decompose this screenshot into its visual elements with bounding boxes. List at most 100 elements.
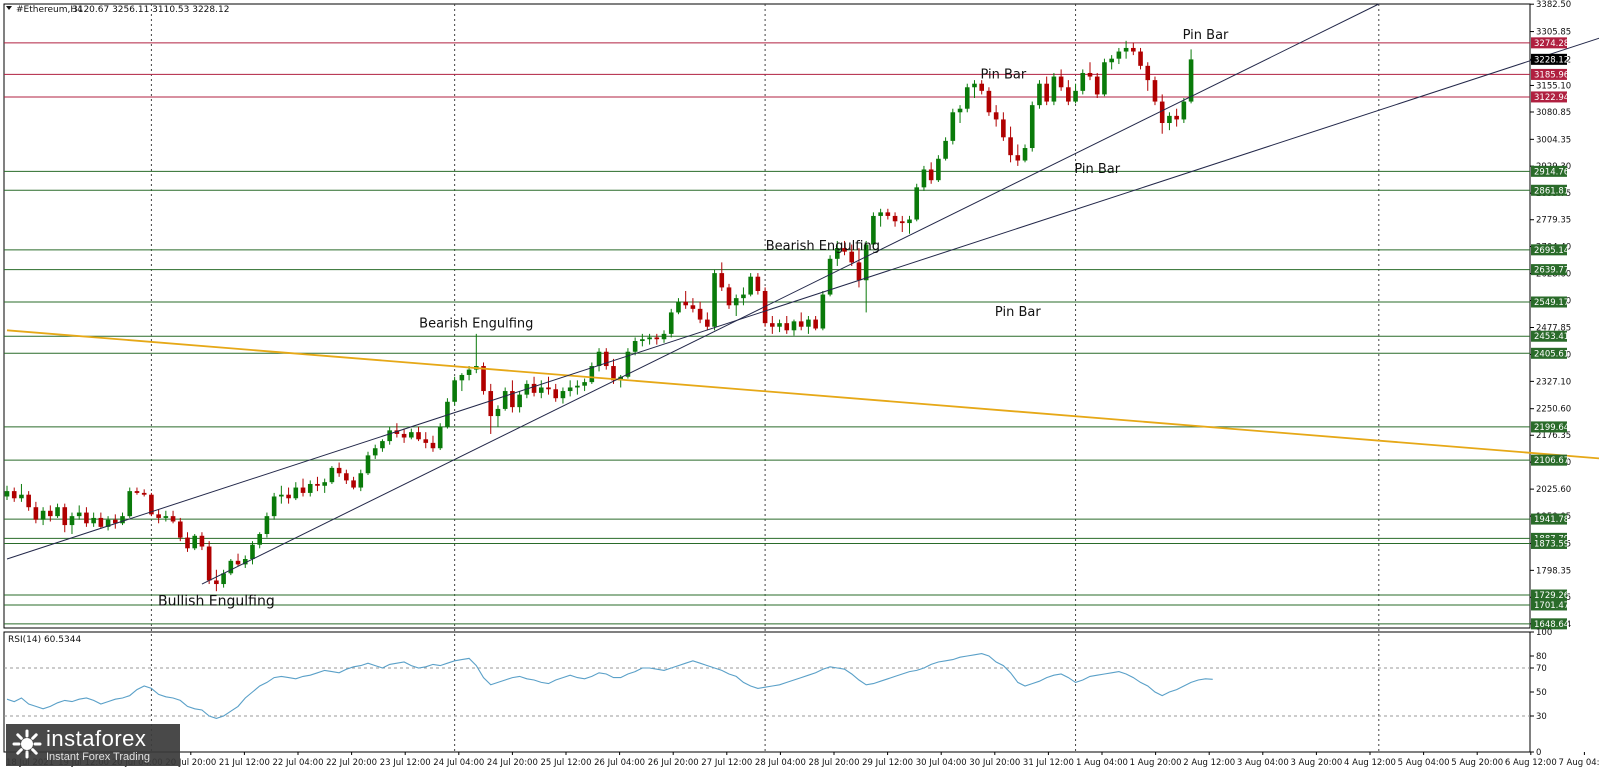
bearish-candle [928, 169, 934, 181]
bullish-candle [372, 448, 378, 456]
bearish-candle [705, 319, 710, 327]
time-axis-label: 5 Aug 04:00 [1398, 758, 1450, 768]
time-axis-label: 31 Jul 12:00 [1023, 758, 1074, 768]
bullish-candle [777, 323, 782, 327]
time-axis-label: 22 Jul 04:00 [273, 758, 324, 768]
bearish-candle [300, 487, 306, 493]
bullish-candle [647, 337, 652, 340]
bearish-candle [1087, 72, 1093, 77]
bullish-candle [964, 87, 970, 109]
time-axis-label: 28 Jul 04:00 [755, 758, 806, 768]
bearish-candle [185, 537, 190, 549]
price-tick-label: 3155.10 [1536, 81, 1571, 91]
bearish-candle [206, 546, 212, 581]
support-level-label: 2405.61 [1534, 349, 1569, 359]
bearish-candle [336, 467, 342, 474]
bullish-candle [322, 482, 327, 486]
bearish-candle [1094, 76, 1100, 95]
bullish-candle [495, 408, 501, 417]
bullish-candle [228, 560, 234, 574]
bearish-candle [1058, 76, 1064, 88]
bullish-candle [4, 491, 10, 497]
bullish-candle [221, 573, 226, 585]
bearish-candle [654, 337, 660, 340]
bullish-candle [459, 374, 465, 381]
support-level-label: 2639.77 [1534, 266, 1569, 276]
time-axis-label: 21 Jul 12:00 [219, 758, 270, 768]
bearish-candle [986, 90, 992, 113]
bearish-candle [770, 323, 775, 327]
bearish-candle [546, 387, 551, 390]
bullish-candle [1029, 105, 1035, 149]
bearish-candle [1145, 65, 1151, 81]
bearish-candle [993, 112, 999, 120]
resistance-level-label: 3274.28 [1534, 39, 1569, 49]
bearish-candle [423, 439, 429, 443]
rsi-tick-label: 50 [1536, 688, 1547, 698]
bullish-candle [791, 321, 797, 331]
time-axis-label: 24 Jul 04:00 [433, 758, 484, 768]
bearish-candle [84, 512, 89, 524]
bearish-candle [531, 383, 537, 393]
bearish-candle [481, 366, 486, 392]
bullish-candle [69, 516, 75, 526]
bearish-candle [885, 212, 891, 216]
bullish-candle [329, 467, 335, 483]
brand-name: instaforex [46, 726, 147, 751]
bearish-candle [430, 442, 436, 449]
instaforex-logo: instaforex Instant Forex Trading [6, 724, 180, 766]
time-axis-label: 27 Jul 12:00 [701, 758, 752, 768]
pattern-annotation: Pin Bar [980, 67, 1026, 82]
bullish-candle [712, 273, 717, 327]
bearish-candle [1001, 119, 1006, 138]
bullish-candle [943, 140, 948, 159]
pattern-annotation: Bearish Engulfing [419, 316, 533, 331]
support-level-label: 2695.14 [1534, 246, 1569, 256]
bearish-candle [134, 491, 140, 493]
time-axis-label: 25 Jul 12:00 [541, 758, 592, 768]
bullish-candle [1109, 58, 1114, 63]
bearish-candle [979, 83, 984, 91]
bullish-candle [921, 169, 927, 188]
bearish-candle [726, 287, 732, 306]
time-axis-label: 24 Jul 20:00 [487, 758, 538, 768]
bullish-candle [1123, 47, 1129, 52]
bullish-candle [596, 351, 602, 367]
bullish-candle [950, 112, 956, 141]
bearish-candle [784, 323, 790, 331]
price-chart[interactable]: Bullish Engulfing Bearish Engulfing Bearis… [0, 0, 1599, 770]
bearish-candle [214, 580, 219, 585]
rsi-tick-label: 30 [1536, 712, 1547, 722]
bearish-candle [170, 516, 176, 522]
support-level-label: 2549.17 [1534, 298, 1569, 308]
price-tick-label: 3382.50 [1536, 0, 1571, 10]
pattern-annotation: Pin Bar [1074, 162, 1120, 177]
bullish-candle [409, 432, 414, 438]
bearish-candle [798, 321, 804, 327]
price-tick-label: 2025.60 [1536, 485, 1571, 495]
bearish-candle [1131, 47, 1136, 52]
bearish-candle [697, 308, 703, 320]
bullish-candle [163, 516, 169, 518]
bearish-candle [488, 391, 494, 417]
bullish-candle [640, 339, 645, 342]
bullish-candle [437, 426, 443, 449]
current-price-label: 3228.12 [1534, 55, 1569, 65]
bullish-candle [517, 394, 522, 408]
price-tick-label: 2779.35 [1536, 216, 1571, 226]
bearish-candle [235, 560, 241, 565]
bullish-candle [1116, 51, 1122, 59]
rsi-label: RSI(14) 60.5344 [8, 635, 81, 645]
bullish-candle [582, 382, 587, 386]
bullish-candle [632, 341, 638, 352]
bullish-candle [271, 496, 277, 517]
bullish-candle [806, 319, 811, 327]
bullish-candle [55, 507, 60, 517]
bearish-candle [1015, 155, 1021, 161]
brand-tagline: Instant Forex Trading [46, 751, 150, 763]
price-tick-label: 2327.10 [1536, 377, 1571, 387]
bearish-candle [690, 305, 696, 309]
bullish-candle [1051, 76, 1057, 102]
bullish-candle [264, 516, 270, 535]
time-axis-label: 3 Aug 20:00 [1290, 758, 1342, 768]
